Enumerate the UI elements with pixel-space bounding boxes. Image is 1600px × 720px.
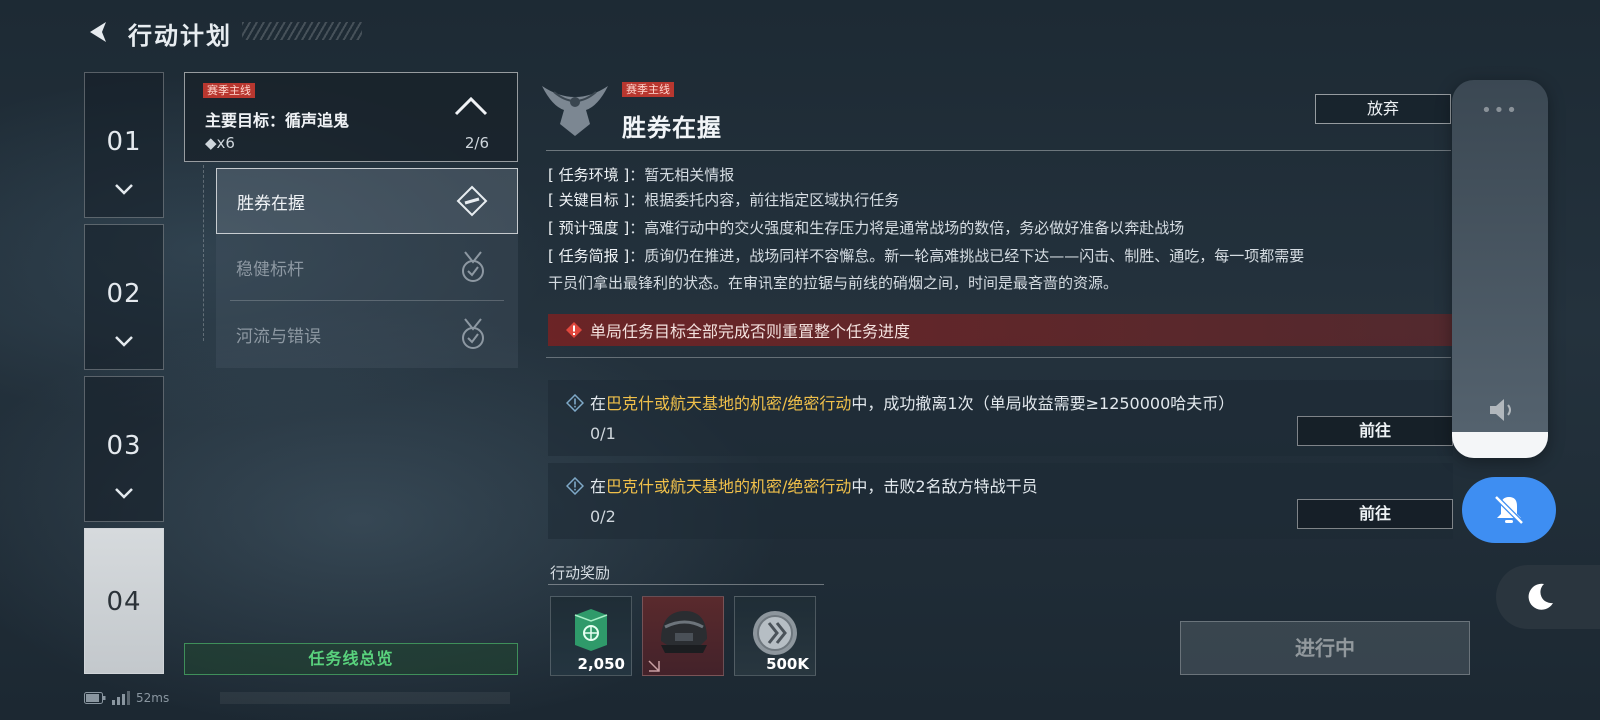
info-diamond-icon — [566, 394, 584, 412]
speaker-icon — [1490, 399, 1511, 421]
reward-item[interactable] — [642, 596, 724, 676]
info-key: [ 关键目标 ] — [548, 191, 630, 209]
go-button[interactable]: 前往 — [1297, 499, 1453, 529]
medal-check-icon — [462, 318, 484, 349]
info-value: ：根据委托内容，前往指定区域执行任务 — [629, 191, 900, 209]
moon-icon — [1528, 583, 1553, 610]
info-key-objective: [ 关键目标 ]：根据委托内容，前往指定区域执行任务 — [548, 188, 1453, 212]
divider — [546, 357, 1451, 358]
green-crate-icon — [574, 609, 608, 651]
chevron-down-icon — [115, 488, 133, 499]
info-intensity: [ 预计强度 ]：高难行动中的交火强度和生存压力将是通常战场的数倍，务必做好准备… — [548, 216, 1453, 240]
chevron-up-icon[interactable] — [453, 95, 489, 117]
signal-icon — [112, 691, 130, 705]
chapter-number: 01 — [106, 127, 142, 157]
chevron-down-icon — [115, 336, 133, 347]
info-value: ：高难行动中的交火强度和生存压力将是通常战场的数倍，务必做好准备以奔赴战场 — [629, 219, 1185, 237]
header-decoration — [242, 22, 362, 40]
expand-corner-icon — [648, 660, 660, 672]
mission-line-overview-button[interactable]: 任务线总览 — [184, 643, 518, 675]
reward-item[interactable]: 2,050 — [550, 596, 632, 676]
more-dots-icon[interactable]: ••• — [1452, 100, 1548, 121]
eagle-emblem-icon — [542, 86, 608, 136]
sub-mission-item[interactable]: 稳健标杆 — [216, 234, 518, 300]
in-progress-button: 进行中 — [1180, 621, 1470, 675]
sub-mission-label: 稳健标杆 — [236, 259, 304, 280]
mute-toggle[interactable] — [1462, 477, 1556, 543]
blurred-info — [220, 692, 510, 704]
info-value: ：暂无相关情报 — [629, 166, 735, 184]
active-diamond-icon — [456, 185, 488, 217]
task-description: 在巴克什或航天基地的机密/绝密行动中，成功撤离1次（单局收益需要≥1250000… — [590, 390, 1234, 414]
divider — [546, 150, 1451, 151]
sub-mission-label: 河流与错误 — [236, 326, 321, 347]
mission-reward-count: ◆x6 — [205, 134, 235, 152]
medal-check-icon — [462, 251, 484, 282]
sub-mission-item[interactable]: 胜券在握 — [216, 168, 518, 234]
chapter-tab-02[interactable]: 02 — [84, 224, 164, 370]
chapter-tab-04[interactable]: 04 — [84, 528, 164, 674]
info-key: [ 预计强度 ] — [548, 219, 630, 237]
helmet-icon — [661, 611, 707, 653]
task-text-post: 中，击败2名敌方特战干员 — [851, 477, 1038, 496]
volume-level-fill — [1452, 432, 1548, 458]
divider — [548, 584, 824, 585]
tree-connector — [203, 165, 205, 341]
task-progress: 0/1 — [590, 424, 616, 443]
ping-text: 52ms — [136, 691, 170, 705]
warning-text: 单局任务目标全部完成否则重置整个任务进度 — [590, 322, 911, 341]
info-key: [ 任务环境 ] — [548, 166, 630, 184]
info-environment: [ 任务环境 ]：暂无相关情报 — [548, 163, 1453, 187]
rewards-title: 行动奖励 — [550, 564, 611, 582]
mission-goal: 主要目标：循声追鬼 — [205, 111, 350, 130]
chapter-tab-03[interactable]: 03 — [84, 376, 164, 522]
battery-icon — [84, 692, 106, 704]
abandon-button[interactable]: 放弃 — [1315, 94, 1451, 124]
warning-diamond-icon — [566, 322, 582, 338]
chapter-number: 03 — [106, 431, 142, 461]
mission-progress: 2/6 — [464, 134, 489, 152]
task-text-pre: 在 — [590, 394, 607, 413]
task-progress: 0/2 — [590, 507, 616, 526]
back-arrow-icon[interactable] — [84, 18, 112, 46]
bell-muted-icon — [1494, 495, 1524, 525]
chapter-number: 04 — [106, 587, 142, 617]
task-location-highlight: 巴克什或航天基地的机密/绝密行动 — [606, 477, 852, 496]
task-description: 在巴克什或航天基地的机密/绝密行动中，击败2名敌方特战干员 — [590, 473, 1038, 497]
chapter-number: 02 — [106, 279, 142, 309]
page-title: 行动计划 — [128, 22, 232, 50]
info-value: ：质询仍在推进，战场同样不容懈怠。新一轮高难挑战已经下达——闪击、制胜、通吃，每… — [629, 247, 1305, 265]
info-diamond-icon — [566, 477, 584, 495]
reward-item[interactable]: 500K — [734, 596, 816, 676]
info-briefing-continued: 干员们拿出最锋利的状态。在审讯室的拉锯与前线的硝烟之间，时间是最吝啬的资源。 — [548, 274, 1119, 292]
info-briefing: [ 任务简报 ]：质询仍在推进，战场同样不容懈怠。新一轮高难挑战已经下达——闪击… — [548, 244, 1453, 268]
task-text-pre: 在 — [590, 477, 607, 496]
chapter-tab-01[interactable]: 01 — [84, 72, 164, 218]
go-button[interactable]: 前往 — [1297, 416, 1453, 446]
mission-title: 胜券在握 — [622, 114, 722, 142]
chevron-down-icon — [115, 184, 133, 195]
season-tag: 赛季主线 — [622, 82, 674, 97]
task-row: 在巴克什或航天基地的机密/绝密行动中，击败2名敌方特战干员 0/2 前往 — [548, 463, 1453, 539]
info-key: [ 任务简报 ] — [548, 247, 630, 265]
reward-amount: 2,050 — [577, 655, 625, 673]
status-bar: 52ms — [84, 689, 169, 707]
task-text-post: 中，成功撤离1次（单局收益需要≥1250000哈夫币） — [851, 394, 1235, 413]
reward-amount: 500K — [766, 655, 809, 673]
task-row: 在巴克什或航天基地的机密/绝密行动中，成功撤离1次（单局收益需要≥1250000… — [548, 380, 1453, 456]
task-location-highlight: 巴克什或航天基地的机密/绝密行动 — [606, 394, 852, 413]
season-tag: 赛季主线 — [203, 83, 255, 98]
coin-icon — [753, 611, 797, 655]
volume-slider[interactable]: ••• — [1452, 80, 1548, 458]
sub-mission-item[interactable]: 河流与错误 — [216, 301, 518, 367]
dark-mode-toggle[interactable] — [1496, 565, 1600, 629]
warning-banner: 单局任务目标全部完成否则重置整个任务进度 — [548, 314, 1453, 346]
mission-card[interactable]: 赛季主线 主要目标：循声追鬼 ◆x6 2/6 — [184, 72, 518, 162]
sub-mission-label: 胜券在握 — [237, 193, 305, 214]
